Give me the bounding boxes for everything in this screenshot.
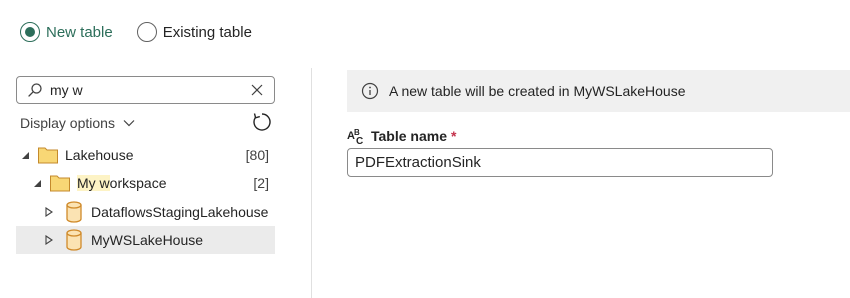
chevron-down-icon bbox=[123, 119, 135, 127]
tree-item-workspace[interactable]: My workspace [2] bbox=[16, 169, 275, 197]
text-type-icon: A B C bbox=[347, 128, 363, 145]
expanded-caret-icon[interactable] bbox=[20, 150, 30, 160]
label-remainder: orkspace bbox=[109, 175, 167, 191]
lakehouse-icon bbox=[63, 201, 85, 223]
collapsed-caret-icon[interactable] bbox=[44, 235, 54, 245]
tree-item-label: DataflowsStagingLakehouse bbox=[91, 204, 269, 220]
info-message-bar: A new table will be created in MyWSLakeH… bbox=[347, 70, 850, 112]
clear-search-icon[interactable] bbox=[250, 83, 264, 97]
new-table-label: New table bbox=[46, 23, 113, 41]
collapsed-caret-icon[interactable] bbox=[44, 207, 54, 217]
panel-divider bbox=[311, 68, 312, 298]
info-message: A new table will be created in MyWSLakeH… bbox=[389, 83, 686, 99]
search-input[interactable] bbox=[50, 82, 240, 98]
tree-item-mywslakehouse[interactable]: MyWSLakeHouse bbox=[16, 226, 275, 254]
item-count: [2] bbox=[253, 175, 269, 191]
display-options-dropdown[interactable]: Display options bbox=[20, 115, 135, 131]
lakehouse-icon bbox=[63, 229, 85, 251]
table-name-label: A B C Table name * bbox=[347, 127, 456, 145]
tree-item-label: My workspace bbox=[77, 175, 166, 191]
radio-dot bbox=[25, 27, 35, 37]
search-match-highlight: My w bbox=[77, 175, 110, 191]
tree-item-label: Lakehouse bbox=[65, 147, 134, 163]
refresh-icon[interactable] bbox=[251, 111, 273, 133]
required-asterisk: * bbox=[451, 128, 457, 144]
tree-item-label: MyWSLakeHouse bbox=[91, 232, 204, 248]
item-count: [80] bbox=[245, 147, 269, 163]
display-options-label: Display options bbox=[20, 115, 115, 131]
existing-table-label: Existing table bbox=[162, 23, 252, 41]
radio-circle-checked[interactable] bbox=[20, 22, 40, 42]
info-icon bbox=[361, 82, 379, 100]
radio-circle-unchecked[interactable] bbox=[136, 22, 157, 42]
folder-icon bbox=[37, 144, 59, 166]
new-table-radio[interactable]: New table bbox=[20, 22, 113, 42]
existing-table-radio[interactable]: Existing table bbox=[136, 22, 252, 42]
folder-icon bbox=[49, 172, 71, 194]
table-name-input[interactable] bbox=[347, 148, 773, 177]
svg-text:C: C bbox=[356, 136, 363, 145]
tree-item-lakehouse[interactable]: Lakehouse [80] bbox=[16, 141, 275, 169]
search-icon bbox=[26, 81, 44, 99]
destination-radio-group: New table Existing table bbox=[20, 22, 252, 42]
expanded-caret-icon[interactable] bbox=[32, 178, 42, 188]
tree-item-dataflows-staging-lakehouse[interactable]: DataflowsStagingLakehouse bbox=[16, 198, 275, 226]
table-name-label-text: Table name bbox=[371, 128, 447, 144]
search-box[interactable] bbox=[16, 76, 275, 104]
